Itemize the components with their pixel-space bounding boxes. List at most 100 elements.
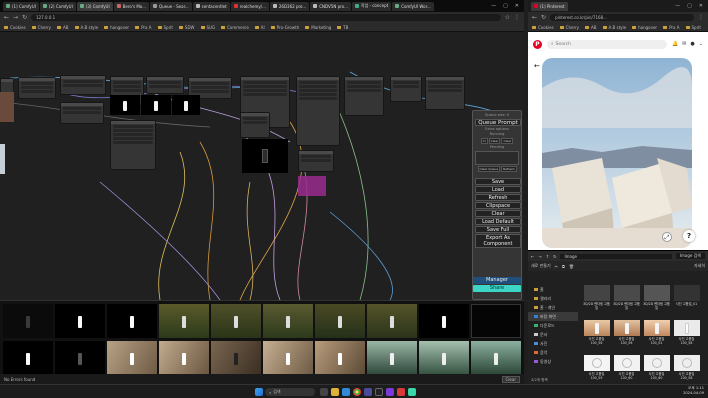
back-icon[interactable]: ← [531,254,534,259]
bookmark[interactable]: hangover [632,25,657,30]
gallery-thumbnail[interactable] [211,304,261,338]
mini-button[interactable]: Cl [480,138,488,144]
close-icon[interactable]: ✕ [515,3,519,9]
tab-comfyui-3[interactable]: (3) ComfyUI [76,1,113,11]
breadcrumb[interactable]: Image [560,253,672,259]
sidebar-item[interactable]: 다운로드 [528,321,578,330]
clipspace-button[interactable]: Clipspace [475,202,521,209]
tab-comfyui-2[interactable]: (2) ComfyUI [39,1,76,11]
graph-node[interactable] [18,77,56,99]
bookmark[interactable]: TB [337,25,348,30]
system-tray-clock[interactable]: 오후 1:11 2024-04-09 [683,386,704,396]
url-field[interactable]: pinterest.co.kr/pin/7168... [550,14,694,21]
tab-pinterest[interactable]: (1) Pinterest [531,1,568,11]
minimize-icon[interactable]: — [491,3,496,9]
gallery-thumbnail[interactable] [263,341,313,375]
bookmark[interactable]: SDW [179,25,195,30]
bookmark[interactable]: Sprit [158,25,173,30]
gallery-thumbnail[interactable] [471,341,521,375]
chevron-down-icon[interactable]: ⌄ [699,41,703,47]
graph-node[interactable] [240,112,270,138]
clear-queue-button[interactable]: Clear Queue [477,166,501,172]
pinterest-search-input[interactable]: ⌕ Search [547,39,667,49]
expand-icon[interactable]: ⤢ [662,232,672,242]
reload-icon[interactable]: ↻ [22,14,27,21]
manager-button[interactable]: Manager [473,277,521,284]
sidebar-item[interactable]: 갤러리 [528,294,578,303]
maximize-icon[interactable]: ▢ [503,3,508,9]
view-button[interactable]: 자세히 [694,263,705,269]
back-icon[interactable]: ← [532,14,537,21]
app-icon[interactable] [408,388,416,396]
reload-icon[interactable]: ↻ [553,254,556,259]
menu-icon[interactable]: ⋮ [698,14,704,21]
back-arrow-icon[interactable]: ← [534,62,540,70]
refresh-button[interactable]: Refresh [475,194,521,201]
gallery-thumbnail[interactable] [159,341,209,375]
app-icon[interactable] [364,388,372,396]
gallery-thumbnail[interactable] [55,341,105,375]
tab-4[interactable]: Bero's Mo... [113,1,149,11]
bookmark[interactable]: Cherry [560,25,579,30]
tab-comfyui-1[interactable]: (1) ComfyUI [3,1,39,11]
bookmark[interactable]: Cookies [4,25,26,30]
file-item[interactable]: 3D/2D 렌더링 고품질 [613,285,640,318]
gallery-thumbnail[interactable] [419,341,469,375]
node-graph-canvas[interactable]: Queue size: 0 Queue Prompt Extra options… [0,32,524,300]
app-icon[interactable] [386,388,394,396]
terminal-icon[interactable] [375,388,383,396]
copy-icon[interactable]: ⧉ [562,264,565,269]
chrome-icon[interactable] [353,388,361,396]
new-button[interactable]: 새로 만들기 [531,263,551,269]
gallery-thumbnail[interactable] [315,341,365,375]
bookmark[interactable]: A.B style [75,25,99,30]
menu-icon[interactable]: ⋮ [514,14,520,21]
gallery-thumbnail[interactable] [471,304,521,338]
share-button[interactable]: Share [473,285,521,292]
file-item[interactable]: 사진 고품질 100_58 [673,320,700,353]
gallery-thumbnail[interactable] [315,304,365,338]
gallery-thumbnail[interactable] [211,341,261,375]
star-icon[interactable]: ☆ [505,14,510,21]
clear-button[interactable]: Clear [475,210,521,217]
tab-9[interactable]: CNDV5N pro... [310,1,351,11]
sidebar-item[interactable]: 사진 [528,339,578,348]
status-clear-button[interactable]: Clear [501,375,520,383]
graph-node[interactable] [110,120,156,170]
gallery-thumbnail[interactable] [367,341,417,375]
file-item[interactable]: 사진 고품질 100_56 [613,320,640,353]
back-icon[interactable]: ← [4,14,9,21]
up-icon[interactable]: ↑ [546,254,549,259]
minimize-icon[interactable]: — [675,3,680,9]
queue-prompt-button[interactable]: Queue Prompt [475,119,521,126]
bookmark[interactable]: AB [57,25,68,30]
gallery-thumbnail[interactable] [263,304,313,338]
export-as-component-button[interactable]: Export As Component [475,234,521,248]
bookmark[interactable]: Sprit [686,25,701,30]
mini-button[interactable]: Clear [488,138,501,144]
graph-node[interactable] [344,76,384,116]
task-view-icon[interactable] [320,388,328,396]
edge-icon[interactable] [342,388,350,396]
tab-11[interactable]: ComfyUI Wor... [392,1,434,11]
bookmark[interactable]: A.B style [603,25,627,30]
load-button[interactable]: Load [475,186,521,193]
sidebar-item[interactable]: 음악 [528,348,578,357]
bookmark[interactable]: Cookies [532,25,554,30]
gallery-thumbnail[interactable] [367,304,417,338]
gallery-thumbnail[interactable] [159,304,209,338]
file-item[interactable]: 3D/2D 렌더링 고품질 [583,285,610,318]
url-field[interactable]: 127.0.0.1 [31,14,501,21]
file-item[interactable]: 사진 고품질 100_56 [583,320,610,353]
windows-start-icon[interactable] [255,388,263,396]
graph-node[interactable] [298,150,334,172]
avatar[interactable]: ● [690,41,694,47]
mini-button[interactable]: Clear [501,138,514,144]
forward-icon[interactable]: → [538,254,541,259]
gallery-thumbnail[interactable] [55,304,105,338]
refresh-queue-button[interactable]: Refresh [501,166,517,172]
bookmark[interactable]: Marketing [305,25,331,30]
pinterest-logo-icon[interactable]: P [533,39,542,49]
sidebar-item[interactable]: 홈 - 개인 [528,303,578,312]
bookmark[interactable]: SUG [201,25,216,30]
